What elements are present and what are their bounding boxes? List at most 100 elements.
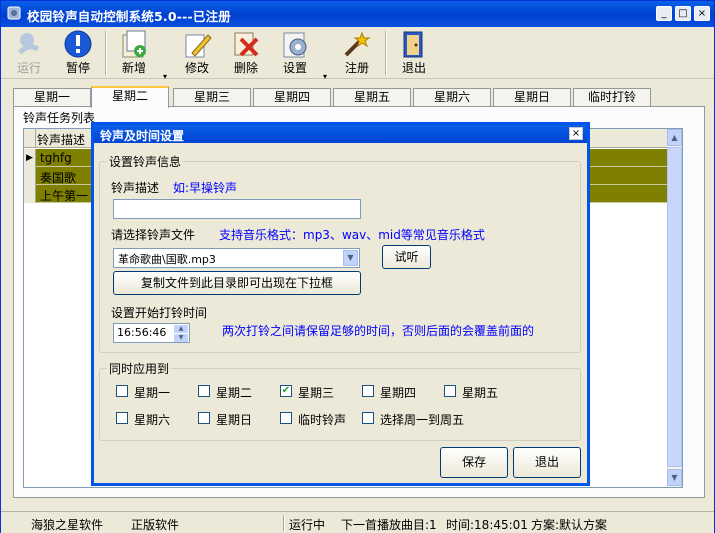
save-button[interactable]: 保存: [440, 447, 508, 478]
status-next-item: 下一首播放曲目:1: [341, 518, 437, 532]
ring-file-select[interactable]: 革命歌曲\国歌.mp3 ▼: [113, 248, 360, 268]
dialog-title: 铃声及时间设置: [100, 129, 185, 143]
status-company: 海狼之星软件: [31, 518, 104, 532]
start-time-picker[interactable]: 16:56:46 ▲ ▼: [113, 323, 190, 343]
row-cell: 上午第一: [40, 189, 89, 203]
edit-label: 修改: [184, 61, 209, 75]
tab-friday[interactable]: 星期五: [333, 88, 411, 107]
row-cell: 奏国歌: [40, 171, 77, 185]
toolbar-separator: [105, 31, 107, 75]
grid-header-desc[interactable]: 铃声描述: [37, 131, 85, 148]
status-state: 运行中: [289, 518, 326, 532]
checkbox-label: 星期二: [216, 386, 253, 400]
audition-button[interactable]: 试听: [382, 245, 431, 269]
settings-icon: [283, 32, 307, 58]
apply-to-group: [99, 368, 581, 441]
checkbox-box[interactable]: [198, 412, 210, 424]
run-button[interactable]: 运行: [6, 27, 52, 77]
checkbox-box[interactable]: [198, 385, 210, 397]
main-window: 校园铃声自动控制系统5.0---已注册 _ □ × 运行 暂停 新增 ▾ 修改 …: [0, 0, 715, 533]
exit-icon: [403, 31, 423, 58]
checkbox-box[interactable]: [362, 412, 374, 424]
add-icon: [122, 30, 146, 58]
row-indicator: [24, 167, 36, 185]
row-cell: tghfg: [40, 151, 72, 165]
register-label: 注册: [344, 61, 369, 75]
tab-monday[interactable]: 星期一: [13, 88, 91, 107]
toolbar-separator: [385, 31, 387, 75]
settings-dropdown-arrow[interactable]: ▾: [323, 73, 331, 81]
tab-thursday[interactable]: 星期四: [253, 88, 331, 107]
ring-info-group-label: 设置铃声信息: [107, 153, 184, 170]
delete-icon: [234, 32, 259, 57]
grid-header-corner: [24, 129, 36, 148]
scroll-thumb[interactable]: [667, 147, 682, 467]
scroll-up-icon[interactable]: ▲: [667, 129, 682, 146]
edit-icon: [185, 34, 212, 58]
row-indicator: ▶: [24, 149, 36, 167]
pause-label: 暂停: [65, 61, 90, 75]
register-icon: [344, 31, 371, 57]
apply-to-group-label: 同时应用到: [107, 360, 172, 377]
start-time-value: 16:56:46: [117, 326, 167, 339]
dialog-title-bar[interactable]: 铃声及时间设置 ×: [94, 125, 587, 143]
copy-file-button[interactable]: 复制文件到此目录即可出现在下拉框: [113, 271, 361, 295]
settings-label: 设置: [282, 61, 307, 75]
spin-up-icon[interactable]: ▲: [174, 325, 188, 333]
desc-hint: 如:早操铃声: [173, 181, 238, 195]
edit-button[interactable]: 修改: [174, 27, 220, 77]
task-list-label: 铃声任务列表: [23, 111, 96, 125]
time-hint: 两次打铃之间请保留足够的时间，否则后面的会覆盖前面的: [222, 324, 535, 338]
register-button[interactable]: 注册: [334, 27, 380, 77]
desc-label: 铃声描述: [111, 181, 160, 195]
desc-input[interactable]: [113, 199, 361, 219]
checkmark-icon[interactable]: ✔: [280, 385, 292, 397]
file-label: 请选择铃声文件: [111, 228, 196, 242]
minimize-button[interactable]: _: [656, 6, 672, 21]
status-time: 时间:18:45:01: [446, 518, 528, 532]
window-title: 校园铃声自动控制系统5.0---已注册: [27, 9, 232, 24]
spin-down-icon[interactable]: ▼: [174, 334, 188, 342]
tab-tuesday[interactable]: 星期二: [91, 86, 169, 108]
vertical-scrollbar[interactable]: ▲ ▼: [667, 129, 682, 487]
pause-button[interactable]: 暂停: [55, 27, 101, 77]
ring-file-value: 革命歌曲\国歌.mp3: [118, 253, 216, 266]
checkbox-box[interactable]: [280, 412, 292, 424]
checkbox-box[interactable]: [116, 385, 128, 397]
chevron-down-icon[interactable]: ▼: [343, 250, 358, 266]
status-plan: 方案:默认方案: [531, 518, 608, 532]
dialog-close-button[interactable]: ×: [569, 127, 583, 140]
start-time-label: 设置开始打铃时间: [111, 306, 208, 320]
status-license: 正版软件: [131, 518, 180, 532]
add-dropdown-arrow[interactable]: ▾: [163, 73, 171, 81]
pause-icon: [64, 30, 92, 58]
tab-temp-ring[interactable]: 临时打铃: [573, 88, 651, 107]
row-indicator: [24, 185, 36, 203]
close-button[interactable]: ×: [694, 6, 710, 21]
settings-button[interactable]: 设置: [272, 27, 318, 77]
add-button[interactable]: 新增: [111, 27, 157, 77]
delete-button[interactable]: 删除: [223, 27, 269, 77]
dialog-exit-button[interactable]: 退出: [513, 447, 581, 478]
tab-saturday[interactable]: 星期六: [413, 88, 491, 107]
file-hint: 支持音乐格式：mp3、wav、mid等常见音乐格式: [219, 228, 485, 242]
checkbox-label: 星期日: [216, 413, 253, 427]
title-bar[interactable]: 校园铃声自动控制系统5.0---已注册 _ □ ×: [1, 1, 714, 27]
scroll-down-icon[interactable]: ▼: [667, 469, 682, 486]
checkbox-label: 选择周一到周五: [380, 413, 465, 427]
checkbox-label: 星期五: [462, 386, 499, 400]
exit-button[interactable]: 退出: [391, 27, 437, 77]
checkbox-box[interactable]: [116, 412, 128, 424]
toolbar: 运行 暂停 新增 ▾ 修改 删除 设置 ▾ 注册 退出: [1, 27, 714, 81]
status-separator: [283, 515, 285, 531]
app-icon: [7, 6, 21, 20]
tab-wednesday[interactable]: 星期三: [173, 88, 251, 107]
run-label: 运行: [16, 61, 41, 75]
checkbox-box[interactable]: [362, 385, 374, 397]
tab-sunday[interactable]: 星期日: [493, 88, 571, 107]
checkbox-label: 星期六: [134, 413, 171, 427]
checkbox-box[interactable]: [444, 385, 456, 397]
maximize-button[interactable]: □: [675, 6, 691, 21]
checkbox-label: 星期三: [298, 386, 335, 400]
checkbox-label: 临时铃声: [298, 413, 347, 427]
